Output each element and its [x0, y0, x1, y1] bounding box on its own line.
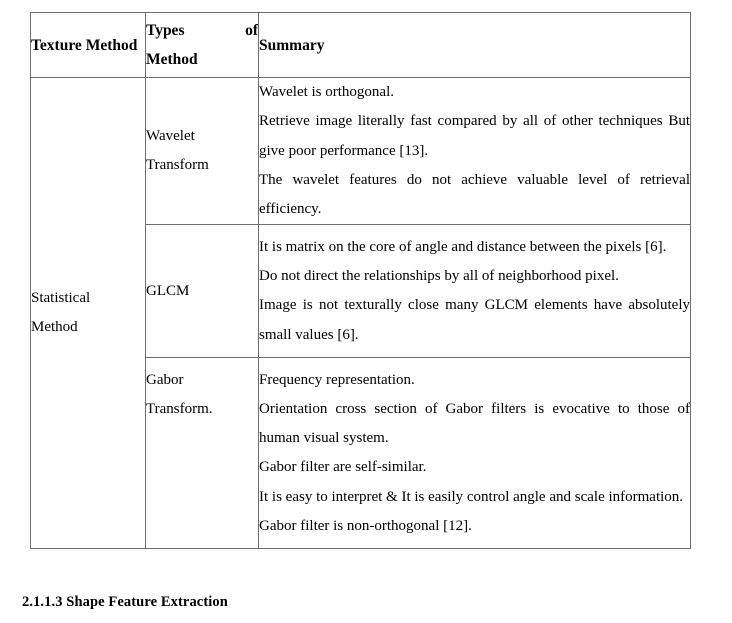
summary-line: Wavelet is orthogonal. — [259, 84, 395, 100]
method-type-glcm-line1: GLCM — [146, 282, 190, 299]
section-heading-shape-feature-extraction: 2.1.1.3 Shape Feature Extraction — [22, 594, 228, 610]
column-header-summary: Summary — [258, 12, 691, 78]
summary-line: Orientation cross section of Gabor filte… — [259, 400, 690, 447]
method-type-gabor-transform-line1: Gabor — [146, 372, 184, 389]
summary-line: Frequency representation. — [259, 371, 415, 388]
summary-wavelet-transform: Wavelet is orthogonal. Retrieve image li… — [258, 76, 691, 226]
summary-line: Retrieve image literally fast compared b… — [259, 113, 690, 159]
summary-line: The wavelet features do not achieve valu… — [259, 171, 690, 218]
document-page: Texture Method Types of Method Summary S… — [0, 0, 732, 623]
table-row: Statistical Method Wavelet Transform Wav… — [30, 76, 691, 550]
table-header-row: Texture Method Types of Method Summary — [30, 12, 691, 78]
column-header-types-of-method: Types of Method — [145, 12, 259, 78]
summary-line: Gabor filter are self-similar. — [259, 459, 427, 476]
column-header-types-of-method-line1: Types of — [146, 22, 258, 39]
summary-line: Do not direct the relationships by all o… — [259, 268, 619, 285]
texture-method-label-line1: Statistical — [31, 290, 91, 307]
method-type-glcm: GLCM — [145, 224, 259, 359]
summary-gabor-transform: Frequency representation. Orientation cr… — [258, 357, 691, 550]
column-header-texture-method: Texture Method — [30, 12, 146, 78]
texture-method-statistical-method: Statistical Method — [30, 76, 146, 550]
summary-line: It is easy to interpret & It is easily c… — [259, 488, 684, 505]
method-type-wavelet-transform-line1: Wavelet — [146, 128, 195, 145]
method-type-wavelet-transform: Wavelet Transform — [145, 76, 259, 226]
method-type-wavelet-transform-line2: Transform — [146, 157, 209, 174]
texture-method-table-wrapper: Texture Method Types of Method Summary S… — [30, 12, 691, 550]
texture-method-label-line2: Method — [31, 319, 78, 336]
method-type-gabor-transform: Gabor Transform. — [145, 357, 259, 550]
column-header-types-of-method-line2: Method — [146, 51, 198, 68]
method-type-gabor-transform-line2: Transform. — [146, 401, 213, 418]
column-header-texture-method-line1: Texture — [31, 36, 82, 54]
texture-method-table: Texture Method Types of Method Summary S… — [30, 12, 691, 550]
summary-line: Gabor filter is non-orthogonal [12]. — [259, 518, 472, 535]
summary-glcm: It is matrix on the core of angle and di… — [258, 224, 691, 359]
summary-line: Image is not texturally close many GLCM … — [259, 297, 690, 343]
summary-line: It is matrix on the core of angle and di… — [259, 238, 667, 255]
column-header-texture-method-line2: Method — [85, 36, 138, 54]
column-header-summary-label: Summary — [259, 36, 325, 54]
